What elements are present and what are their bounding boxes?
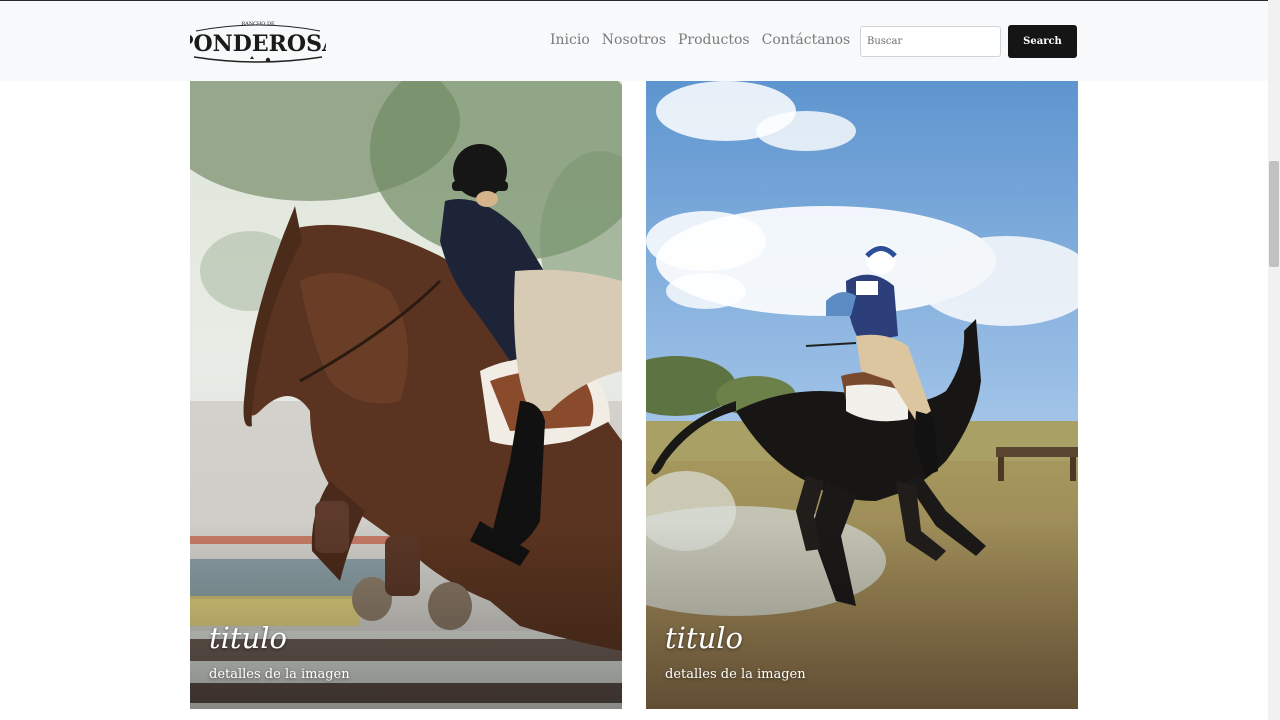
ponderosa-logo[interactable]: RANCHO DE PONDEROSA xyxy=(190,17,326,65)
show-jumping-photo xyxy=(190,81,622,709)
top-navbar: RANCHO DE PONDEROSA Inicio Nosotros Prod… xyxy=(0,0,1268,81)
nav-productos[interactable]: Productos xyxy=(678,32,750,48)
card-details: detalles de la imagen xyxy=(209,667,350,682)
gallery-card[interactable]: titulo detalles de la imagen xyxy=(646,81,1078,709)
search-button[interactable]: Search xyxy=(1008,25,1077,58)
card-title: titulo xyxy=(665,621,743,655)
nav-contactanos[interactable]: Contáctanos xyxy=(762,32,851,48)
logo-name: PONDEROSA xyxy=(190,31,326,57)
scrollbar-track[interactable] xyxy=(1268,0,1280,720)
nav-inicio[interactable]: Inicio xyxy=(550,32,590,48)
logo-tagline: RANCHO DE xyxy=(241,21,275,27)
scrollbar-thumb[interactable] xyxy=(1269,161,1279,267)
main-nav: Inicio Nosotros Productos Contáctanos xyxy=(550,32,850,48)
card-title: titulo xyxy=(209,621,287,655)
nav-nosotros[interactable]: Nosotros xyxy=(602,32,666,48)
gallery-card[interactable]: titulo detalles de la imagen xyxy=(190,81,622,709)
search-input[interactable] xyxy=(860,26,1001,57)
cross-country-photo xyxy=(646,81,1078,709)
card-details: detalles de la imagen xyxy=(665,667,806,682)
